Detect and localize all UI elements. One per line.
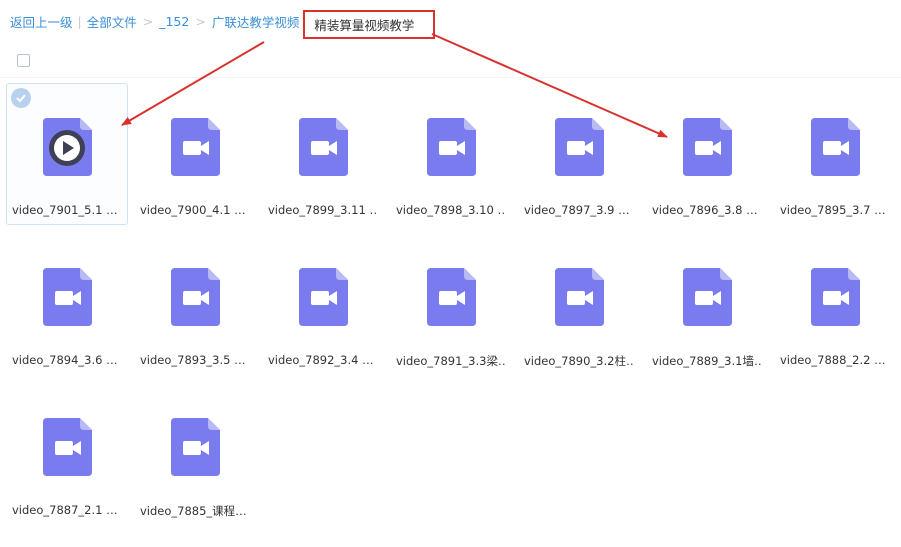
file-tile[interactable]: video_7898_3.10 … — [390, 83, 512, 225]
file-tile[interactable]: video_7897_3.9 … — [518, 83, 640, 225]
video-file-icon[interactable] — [43, 418, 92, 476]
breadcrumb-folder-152[interactable]: _152 — [159, 14, 189, 29]
video-file-icon[interactable] — [555, 268, 604, 326]
file-tile[interactable]: video_7893_3.5 … — [134, 233, 256, 375]
file-name[interactable]: video_7889_3.1墙… — [652, 353, 762, 369]
selected-check-icon[interactable] — [11, 88, 31, 108]
file-tile[interactable]: video_7899_3.11 … — [262, 83, 384, 225]
video-file-icon[interactable] — [299, 268, 348, 326]
file-tile[interactable]: video_7890_3.2柱… — [518, 233, 640, 375]
video-file-icon[interactable] — [299, 118, 348, 176]
breadcrumb-separator: > — [142, 13, 154, 29]
video-file-icon[interactable] — [683, 118, 732, 176]
video-file-icon[interactable] — [427, 268, 476, 326]
file-name[interactable]: video_7898_3.10 … — [396, 203, 506, 217]
file-tile[interactable]: video_7888_2.2 … — [774, 233, 896, 375]
video-file-icon[interactable] — [811, 268, 860, 326]
video-file-icon[interactable] — [43, 268, 92, 326]
video-play-icon[interactable] — [43, 118, 92, 176]
breadcrumb-folder-videos[interactable]: 广联达教学视频 — [212, 12, 300, 31]
video-file-icon[interactable] — [171, 118, 220, 176]
file-tile[interactable]: video_7892_3.4 … — [262, 233, 384, 375]
file-name[interactable]: video_7888_2.2 … — [780, 353, 890, 367]
file-name[interactable]: video_7896_3.8 … — [652, 203, 762, 217]
file-name[interactable]: video_7893_3.5 … — [140, 353, 250, 367]
file-name[interactable]: video_7890_3.2柱… — [524, 353, 634, 369]
video-file-icon[interactable] — [555, 118, 604, 176]
file-name[interactable]: video_7892_3.4 … — [268, 353, 378, 367]
file-name[interactable]: video_7894_3.6 … — [12, 353, 122, 367]
file-name[interactable]: video_7887_2.1 … — [12, 503, 122, 517]
file-tile[interactable]: video_7889_3.1墙… — [646, 233, 768, 375]
file-name[interactable]: video_7901_5.1 … — [12, 203, 122, 217]
video-file-icon[interactable] — [171, 268, 220, 326]
breadcrumb-all-files[interactable]: 全部文件 — [87, 12, 137, 31]
toolbar-divider — [0, 77, 901, 78]
video-file-icon[interactable] — [811, 118, 860, 176]
breadcrumb-divider: | — [77, 13, 82, 29]
back-link[interactable]: 返回上一级 — [10, 12, 73, 31]
video-file-icon[interactable] — [171, 418, 220, 476]
file-tile[interactable]: video_7885_课程… — [134, 383, 256, 525]
video-file-icon[interactable] — [427, 118, 476, 176]
file-tile[interactable]: video_7894_3.6 … — [6, 233, 128, 375]
breadcrumb-separator: > — [195, 13, 206, 29]
file-name[interactable]: video_7891_3.3梁… — [396, 353, 506, 369]
breadcrumb: 返回上一级 | 全部文件 > _152 > 广联达教学视频 精装算量视频教学 — [10, 0, 436, 42]
file-name[interactable]: video_7900_4.1 … — [140, 203, 250, 217]
file-name[interactable]: video_7885_课程… — [140, 503, 250, 519]
video-file-icon[interactable] — [683, 268, 732, 326]
file-name[interactable]: video_7899_3.11 … — [268, 203, 378, 217]
breadcrumb-current-folder: 精装算量视频教学 — [303, 9, 436, 39]
file-tile[interactable]: video_7896_3.8 … — [646, 83, 768, 225]
file-name[interactable]: video_7895_3.7 … — [780, 203, 890, 217]
file-name[interactable]: video_7897_3.9 … — [524, 203, 634, 217]
file-tile[interactable]: video_7901_5.1 … — [6, 83, 128, 225]
file-tile[interactable]: video_7895_3.7 … — [774, 83, 896, 225]
file-tile[interactable]: video_7887_2.1 … — [6, 383, 128, 525]
file-tile[interactable]: video_7891_3.3梁… — [390, 233, 512, 375]
select-all-checkbox[interactable] — [17, 54, 30, 67]
file-tile[interactable]: video_7900_4.1 … — [134, 83, 256, 225]
